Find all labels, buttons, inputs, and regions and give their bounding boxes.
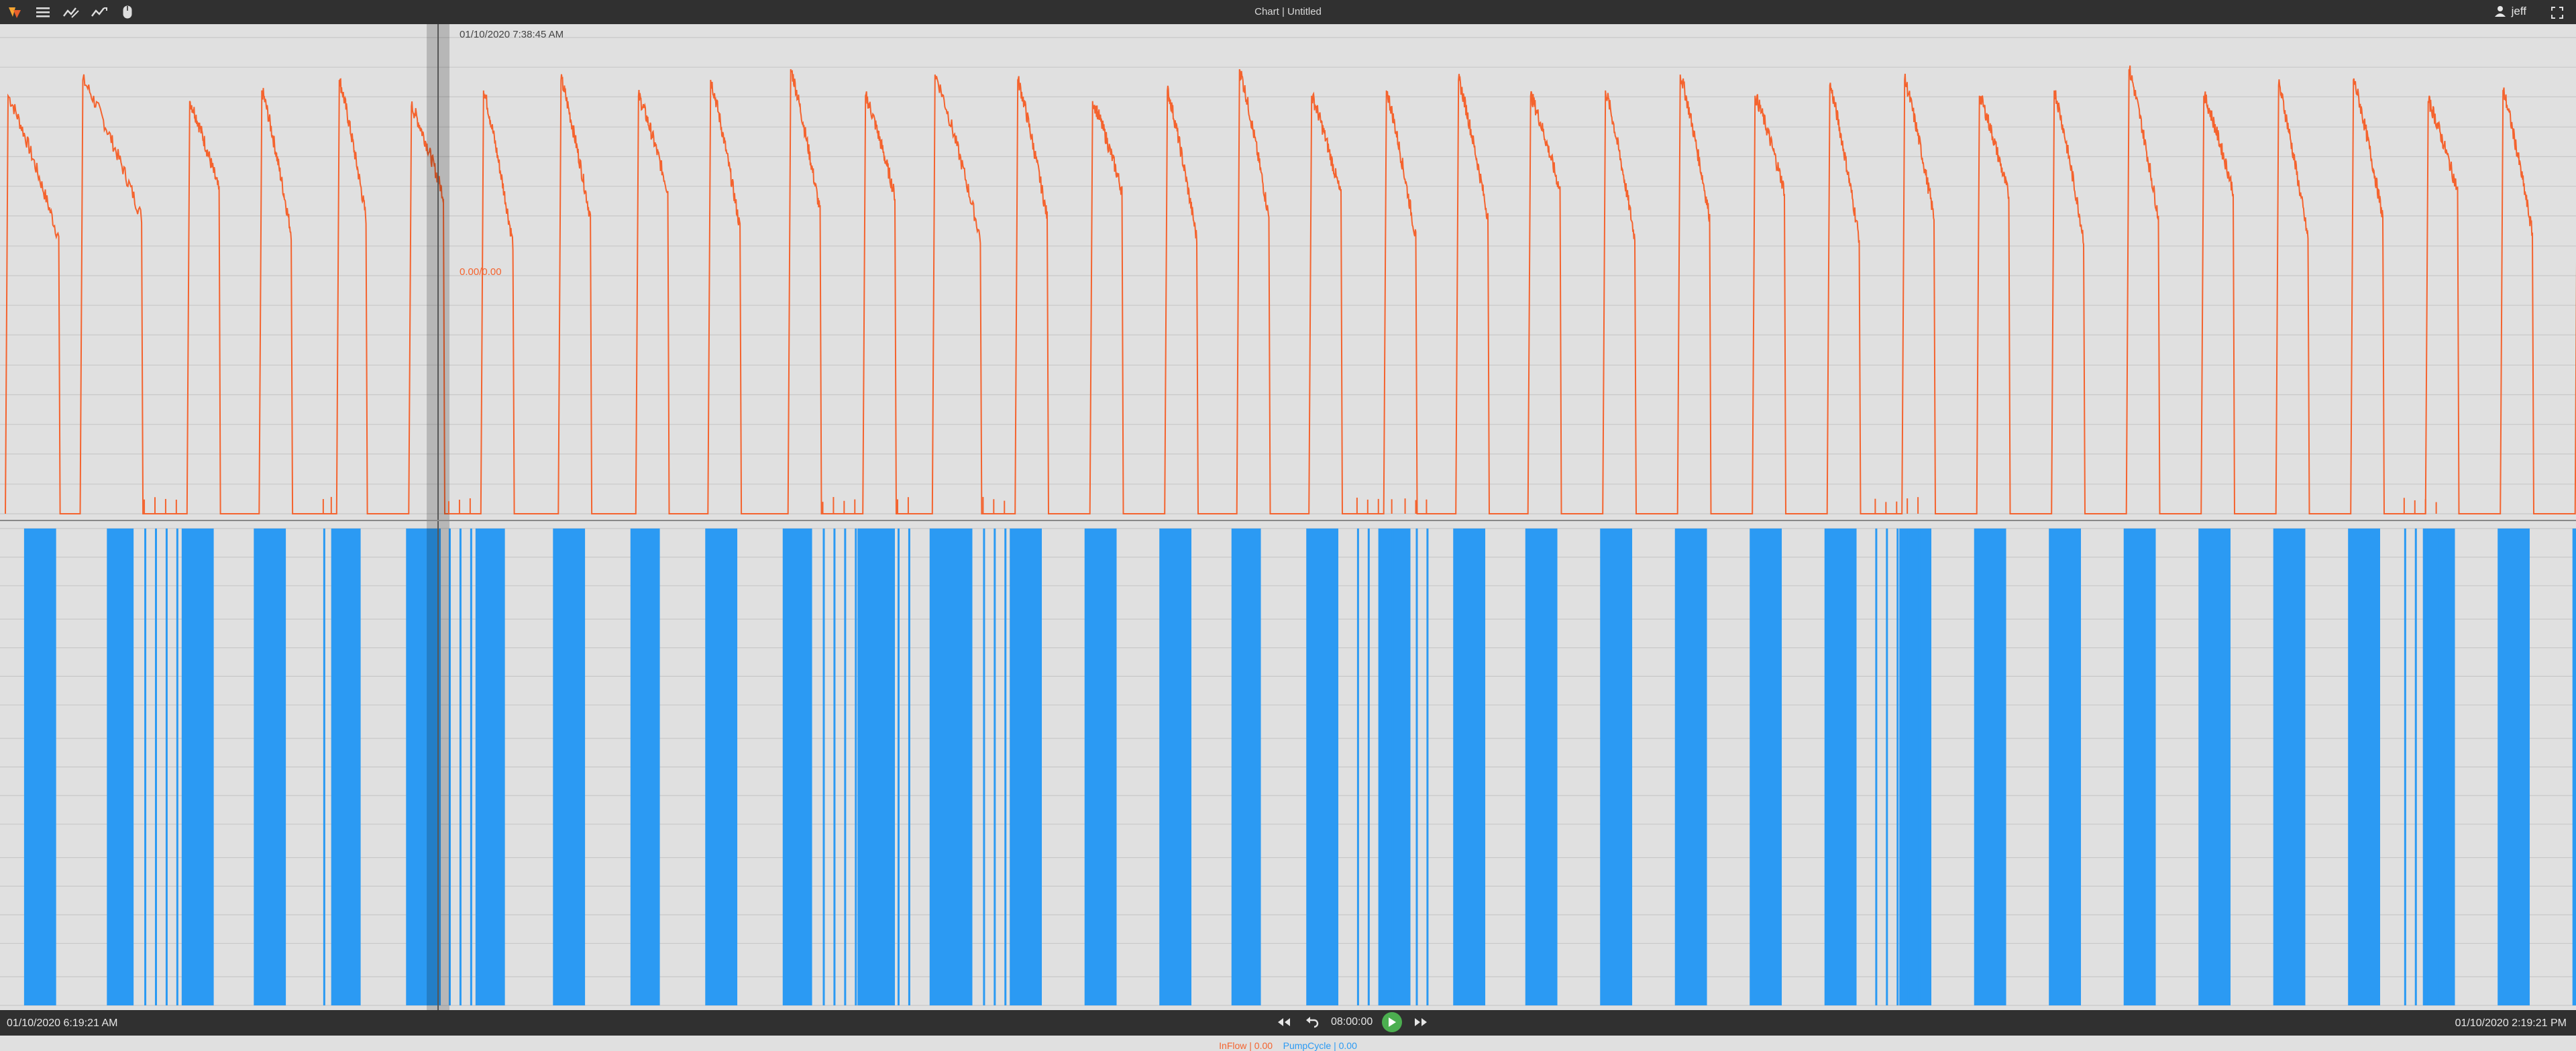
pump-bar: [1974, 529, 2006, 1005]
pump-bar: [2123, 529, 2156, 1005]
pump-bar: [1453, 529, 1486, 1005]
play-button[interactable]: [1382, 1012, 1403, 1032]
duration-label: 08:00:00: [1331, 1016, 1373, 1028]
pump-bar: [2498, 529, 2530, 1005]
pump-bar: [1525, 529, 1558, 1005]
pump-bar: [1899, 529, 1932, 1005]
pump-spike: [1875, 529, 1878, 1005]
pump-bar: [2049, 529, 2082, 1005]
pump-bar: [181, 529, 214, 1005]
pump-bar: [857, 529, 896, 1005]
pump-spike: [1405, 529, 1407, 1005]
app-title: Chart | Untitled: [1254, 6, 1322, 17]
pump-spike: [165, 529, 168, 1005]
pump-spike: [994, 529, 996, 1005]
cursor-timestamp: 01/10/2020 7:38:45 AM: [460, 29, 564, 40]
pump-bar: [553, 529, 586, 1005]
pump-spike: [331, 529, 333, 1005]
pump-spike: [470, 529, 472, 1005]
rewind-button[interactable]: [1275, 1012, 1293, 1032]
fast-forward-button[interactable]: [1411, 1012, 1430, 1032]
pump-bar: [2422, 529, 2455, 1005]
user-menu[interactable]: jeff: [2494, 5, 2526, 18]
pump-bar: [23, 529, 56, 1005]
pump-spike: [822, 529, 825, 1005]
pump-bar: [1824, 529, 1857, 1005]
legend-inflow[interactable]: InFlow | 0.00: [1219, 1040, 1273, 1051]
pump-bar: [254, 529, 286, 1005]
pump-spike: [1391, 529, 1394, 1005]
pump-spike: [144, 529, 147, 1005]
play-icon: [1389, 1017, 1397, 1027]
pump-spike: [855, 529, 857, 1005]
legend-pumpcycle[interactable]: PumpCycle | 0.00: [1283, 1040, 1357, 1051]
timeline-bar: 01/10/2020 6:19:21 AM 08:00:00 01/10/202…: [0, 1010, 2576, 1036]
user-name: jeff: [2511, 5, 2526, 17]
pump-spike: [908, 529, 910, 1005]
pump-spike: [897, 529, 900, 1005]
pump-bar: [630, 529, 660, 1005]
pump-spike: [1356, 529, 1359, 1005]
user-icon: [2494, 6, 2506, 17]
pump-bar: [929, 529, 973, 1005]
legend: InFlow | 0.00 PumpCycle | 0.00: [0, 1040, 2576, 1051]
pump-spike: [1907, 529, 1910, 1005]
pump-bar: [2198, 529, 2231, 1005]
pump-bar: [1750, 529, 1782, 1005]
pump-spike: [1886, 529, 1888, 1005]
pump-bar: [1010, 529, 1042, 1005]
rewind-icon: [1278, 1018, 1290, 1026]
chart-background: [0, 24, 2576, 1010]
pump-spike: [1367, 529, 1370, 1005]
pump-bar: [782, 529, 812, 1005]
pump-spike: [844, 529, 847, 1005]
pump-bar: [2348, 529, 2380, 1005]
playback-controls: 08:00:00: [1275, 1012, 1430, 1032]
pump-bar: [331, 529, 361, 1005]
pump-bar: [1306, 529, 1339, 1005]
undo-button[interactable]: [1303, 1012, 1322, 1032]
pump-bar: [1600, 529, 1633, 1005]
pump-spike: [2414, 529, 2417, 1005]
pump-bar: [475, 529, 505, 1005]
pump-bar: [1084, 529, 1117, 1005]
undo-icon: [1306, 1017, 1319, 1028]
pump-bar: [2273, 529, 2306, 1005]
fast-forward-icon: [1415, 1018, 1428, 1026]
pump-bar: [1674, 529, 1707, 1005]
pump-bar: [107, 529, 134, 1005]
pump-spike: [1426, 529, 1429, 1005]
pump-spike: [2425, 529, 2428, 1005]
pump-spike: [323, 529, 325, 1005]
pump-spike: [154, 529, 157, 1005]
cursor-readout: 0.00/0.00: [460, 266, 502, 278]
pump-bar: [1159, 529, 1192, 1005]
fullscreen-icon[interactable]: [2548, 3, 2567, 22]
chart-area[interactable]: 01/10/2020 7:38:45 AM 0.00/0.00 05611316…: [0, 24, 2576, 1010]
pump-spike: [2436, 529, 2438, 1005]
pump-spike: [1378, 529, 1381, 1005]
pump-spike: [1918, 529, 1921, 1005]
top-bar: Chart | Untitled jeff: [0, 0, 2576, 24]
pump-spike: [1896, 529, 1899, 1005]
pump-spike: [176, 529, 178, 1005]
pump-spike: [833, 529, 836, 1005]
pump-bar: [705, 529, 738, 1005]
pump-spike: [983, 529, 985, 1005]
pump-spike: [1004, 529, 1007, 1005]
pump-bar: [1231, 529, 1261, 1005]
timeline-end: 01/10/2020 2:19:21 PM: [2455, 1017, 2567, 1029]
timeline-start: 01/10/2020 6:19:21 AM: [7, 1017, 118, 1029]
pump-bar: [2572, 529, 2576, 1005]
pump-spike: [459, 529, 462, 1005]
pump-spike: [2404, 529, 2406, 1005]
pump-spike: [1415, 529, 1418, 1005]
